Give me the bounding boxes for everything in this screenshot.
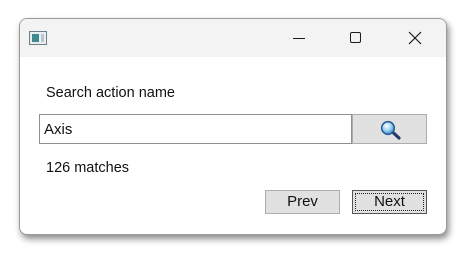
next-button[interactable]: Next — [352, 190, 427, 214]
title-bar — [20, 19, 446, 57]
search-button[interactable] — [352, 114, 427, 144]
close-button[interactable] — [392, 19, 438, 57]
search-label: Search action name — [46, 85, 175, 101]
magnifier-icon — [380, 120, 401, 140]
focus-rectangle — [355, 193, 424, 211]
match-count: 126 matches — [46, 160, 130, 176]
minimize-icon — [293, 38, 305, 39]
prev-button-label: Prev — [287, 193, 318, 210]
prev-button[interactable]: Prev — [265, 190, 340, 214]
minimize-button[interactable] — [276, 19, 322, 57]
search-input[interactable] — [39, 114, 352, 144]
close-icon — [408, 31, 422, 45]
maximize-icon — [350, 32, 361, 43]
search-action-dialog: Search action name 126 matches Prev Next — [19, 18, 447, 235]
app-icon — [29, 31, 47, 45]
maximize-button[interactable] — [333, 19, 379, 57]
